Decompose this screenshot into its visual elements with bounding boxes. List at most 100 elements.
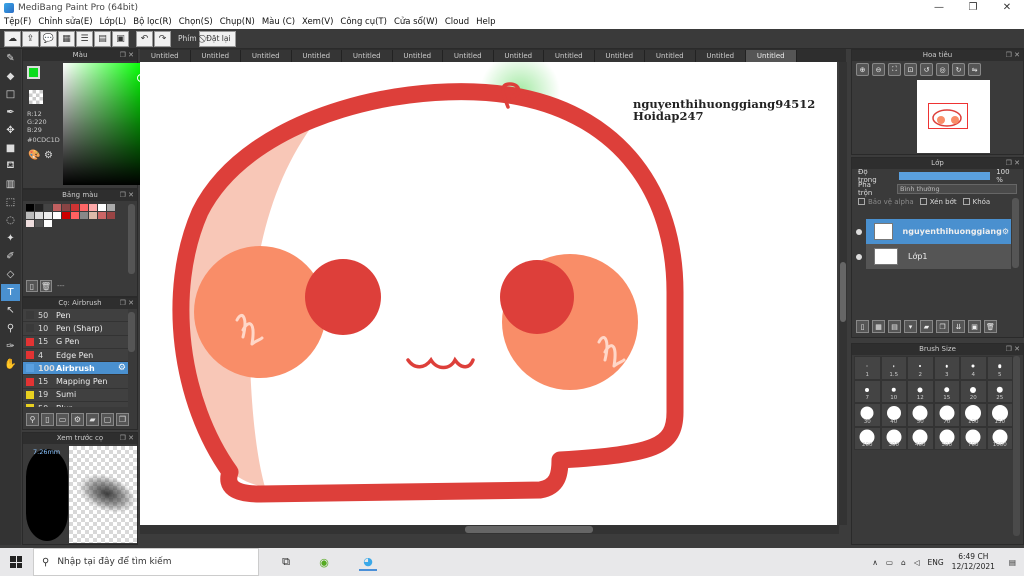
brush-size-cell[interactable]: 400: [907, 426, 934, 450]
new-palette-icon[interactable]: ▯: [26, 280, 38, 292]
new-halftone-layer-icon[interactable]: ▦: [872, 320, 885, 333]
palette-swatch[interactable]: [35, 204, 43, 211]
minimize-button[interactable]: —: [922, 0, 956, 15]
palette-swatch[interactable]: [107, 204, 115, 211]
palette-swatch[interactable]: [89, 212, 97, 219]
app-green-icon[interactable]: ◉: [315, 553, 333, 571]
menu-filter[interactable]: Bộ lọc(R): [133, 17, 172, 27]
layer-menu-icon[interactable]: ▾: [904, 320, 917, 333]
menu-window[interactable]: Cửa sổ(W): [394, 17, 438, 27]
hscroll-thumb[interactable]: [465, 526, 593, 533]
new-8bit-layer-icon[interactable]: ▤: [888, 320, 901, 333]
document-tab[interactable]: Untitled: [493, 50, 544, 62]
brush-tool-icon[interactable]: ✎: [1, 50, 20, 67]
panel-controls[interactable]: ❐ ✕: [120, 190, 134, 201]
eyedropper-icon[interactable]: ✑: [1, 338, 20, 355]
move-tool-icon[interactable]: ✥: [1, 122, 20, 139]
layout-icon[interactable]: ▤: [94, 30, 111, 47]
add-brush-icon[interactable]: ⚲: [26, 413, 39, 426]
menu-view[interactable]: Xem(V): [302, 17, 333, 27]
document-tab[interactable]: Untitled: [594, 50, 645, 62]
select-tool-icon[interactable]: ⬚: [1, 194, 20, 211]
dropper-tool-icon[interactable]: ⚲: [1, 320, 20, 337]
new-brush-icon[interactable]: ▯: [41, 413, 54, 426]
document-tab[interactable]: Untitled: [746, 50, 797, 62]
brush-size-cell[interactable]: 70: [933, 403, 960, 427]
panel-controls[interactable]: ❐ ✕: [120, 433, 134, 444]
brush-size-cell[interactable]: 3: [933, 356, 960, 380]
pen-tool-icon[interactable]: ✒: [1, 104, 20, 121]
brush-copy-icon[interactable]: ❐: [116, 413, 129, 426]
document-tab[interactable]: Untitled: [241, 50, 292, 62]
brush-size-cell[interactable]: 12: [907, 379, 934, 403]
fill-rect-tool-icon[interactable]: ■: [1, 140, 20, 157]
network-icon[interactable]: ⌂: [901, 558, 906, 567]
lasso-tool-icon[interactable]: ◌: [1, 212, 20, 229]
panel-controls[interactable]: ❐ ✕: [1006, 344, 1020, 355]
palette-swatch[interactable]: [26, 220, 34, 227]
brush-size-cell[interactable]: 1000: [986, 426, 1013, 450]
select-pen-icon[interactable]: ✐: [1, 248, 20, 265]
delete-layer-icon[interactable]: 🗑: [984, 320, 997, 333]
brush-size-cell[interactable]: 5: [986, 356, 1013, 380]
task-view-icon[interactable]: ⧉: [277, 553, 295, 571]
taskbar-search[interactable]: ⚲ Nhập tại đây để tìm kiếm: [33, 548, 259, 576]
menu-snap[interactable]: Chụp(N): [220, 17, 255, 27]
brush-size-cell[interactable]: 15: [933, 379, 960, 403]
folder-icon[interactable]: ▰: [920, 320, 933, 333]
brush-size-cell[interactable]: 10: [880, 379, 907, 403]
layer-visibility-icon[interactable]: [856, 229, 862, 235]
brush-size-cell[interactable]: 2: [907, 356, 934, 380]
document-tab[interactable]: Untitled: [140, 50, 191, 62]
canvas-horizontal-scrollbar[interactable]: [140, 525, 839, 534]
foreground-color-swatch[interactable]: [27, 66, 40, 79]
brush-item[interactable]: 50Blur: [23, 402, 128, 407]
palette-swatch[interactable]: [62, 204, 70, 211]
brush-size-scrollbar[interactable]: [1013, 356, 1020, 536]
upload-icon[interactable]: ⇪: [22, 30, 39, 47]
brush-size-cell[interactable]: 25: [986, 379, 1013, 403]
brush-save-icon[interactable]: ▢: [101, 413, 114, 426]
brush-size-cell[interactable]: 1: [854, 356, 881, 380]
brush-item[interactable]: 4 Edge Pen: [23, 348, 128, 363]
list-icon[interactable]: ☰: [76, 30, 93, 47]
palette-swatch[interactable]: [107, 212, 115, 219]
tray-arrow-icon[interactable]: ∧: [872, 558, 878, 567]
menu-tools[interactable]: Công cụ(T): [340, 17, 387, 27]
palette-swatch[interactable]: [44, 204, 52, 211]
duplicate-layer-icon[interactable]: ❐: [936, 320, 949, 333]
text-tool-icon[interactable]: T: [1, 284, 20, 301]
palette-swatch[interactable]: [35, 220, 43, 227]
palette-swatch[interactable]: [26, 212, 34, 219]
new-layer-icon[interactable]: ▯: [856, 320, 869, 333]
panel-controls[interactable]: ❐ ✕: [1006, 158, 1020, 169]
panel-controls[interactable]: ❐ ✕: [120, 50, 134, 61]
layer-settings-icon[interactable]: ⚙: [1002, 227, 1009, 236]
canvas[interactable]: nguyenthihuonggiang94512 Hoidap247: [140, 62, 837, 525]
menu-help[interactable]: Help: [476, 17, 495, 27]
vscroll-thumb[interactable]: [840, 262, 846, 322]
brush-size-cell[interactable]: 4: [960, 356, 987, 380]
brush-item[interactable]: 50 Pen: [23, 309, 128, 323]
menu-color[interactable]: Màu (C): [262, 17, 295, 27]
menu-file[interactable]: Tệp(F): [4, 17, 31, 27]
operation-tool-icon[interactable]: ↖: [1, 302, 20, 319]
reset-button[interactable]: ⃠ Đặt lại: [198, 30, 236, 47]
document-tab[interactable]: Untitled: [342, 50, 393, 62]
brush-item[interactable]: 15 Mapping Pen: [23, 375, 128, 389]
windows-start-icon[interactable]: [10, 556, 22, 568]
bucket-tool-icon[interactable]: ⛾: [1, 158, 20, 175]
palette-swatch[interactable]: [44, 212, 52, 219]
gradient-tool-icon[interactable]: ▥: [1, 176, 20, 193]
palette-swatch[interactable]: [71, 204, 79, 211]
brush-item[interactable]: 15 G Pen: [23, 335, 128, 349]
document-tab[interactable]: Untitled: [291, 50, 342, 62]
canvas-vertical-scrollbar[interactable]: [839, 62, 847, 525]
brush-size-cell[interactable]: 500: [933, 426, 960, 450]
palette-swatch[interactable]: [62, 212, 70, 219]
medibang-taskbar-icon[interactable]: ◕: [359, 553, 377, 571]
layer-scrollbar[interactable]: [1012, 198, 1019, 268]
rect-tool-icon[interactable]: □: [1, 86, 20, 103]
opacity-slider[interactable]: [898, 171, 991, 180]
menu-select[interactable]: Chọn(S): [179, 17, 213, 27]
